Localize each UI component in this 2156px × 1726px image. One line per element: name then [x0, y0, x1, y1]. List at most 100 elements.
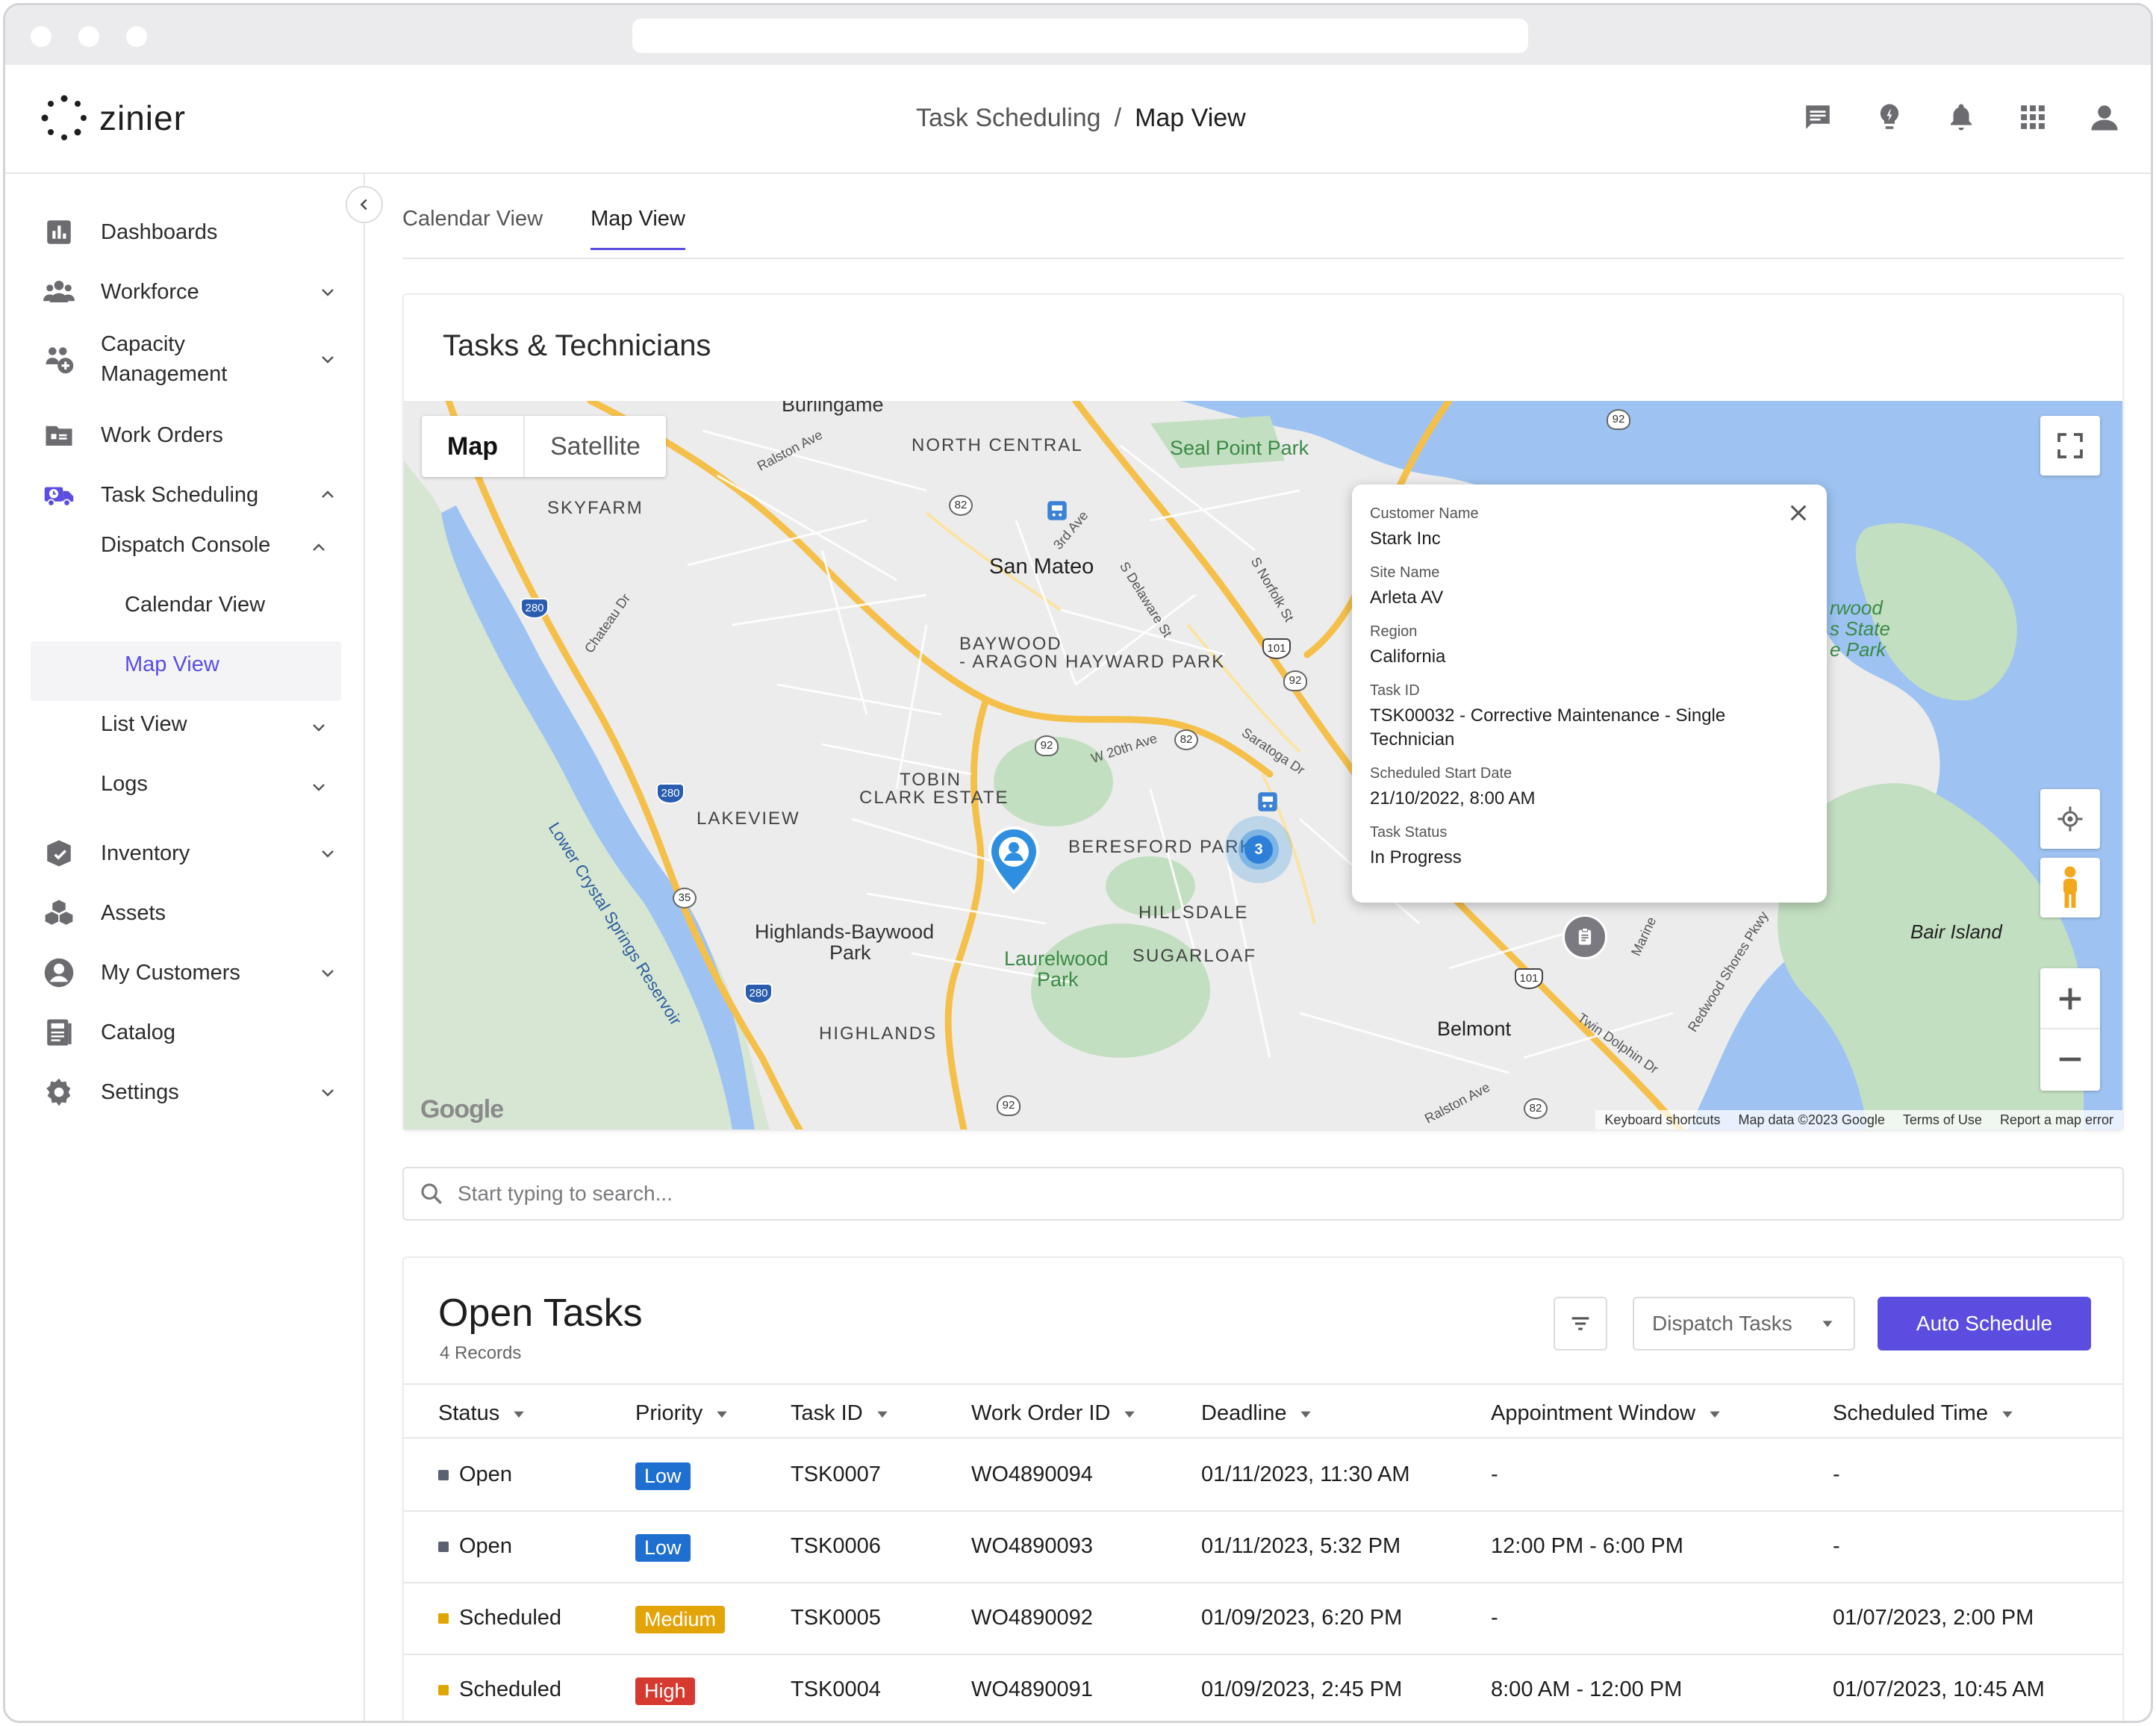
map-type-satellite-button[interactable]: Satellite: [525, 416, 666, 477]
priority-badge: Medium: [635, 1606, 726, 1633]
sidebar-item-dashboards[interactable]: Dashboards: [43, 216, 341, 249]
user-icon[interactable]: [2088, 101, 2121, 134]
chat-icon[interactable]: [1801, 101, 1834, 134]
sidebar-item-calendar-view[interactable]: Calendar View: [125, 593, 265, 617]
filter-icon: [1571, 1317, 1589, 1330]
sidebar-item-logs[interactable]: Logs: [101, 772, 325, 797]
popup-field-value: Stark Inc: [1370, 529, 1441, 549]
map[interactable]: Burlingame NORTH CENTRAL Seal Point Park…: [404, 401, 2122, 1130]
truck-clock-icon: [43, 479, 75, 511]
catalog-icon: [43, 1016, 75, 1049]
search-input[interactable]: [458, 1182, 2122, 1206]
apps-grid-icon[interactable]: [2016, 101, 2049, 134]
dispatch-tasks-select[interactable]: Dispatch Tasks: [1633, 1297, 1855, 1350]
window-maximize-dot[interactable]: [126, 26, 147, 47]
address-bar[interactable]: [632, 19, 1528, 53]
task-id[interactable]: TSK0004: [791, 1677, 881, 1702]
column-header[interactable]: Deadline: [1201, 1401, 1313, 1426]
lightbulb-icon[interactable]: [1873, 101, 1906, 134]
header-icons: [1801, 101, 2121, 134]
folder-icon: [43, 419, 75, 452]
breadcrumb-parent[interactable]: Task Scheduling: [916, 104, 1101, 133]
sidebar-item-capacity-management[interactable]: Capacity Management: [43, 329, 341, 389]
column-header[interactable]: Task ID: [791, 1401, 890, 1426]
fullscreen-button[interactable]: [2040, 416, 2100, 476]
work-order-id[interactable]: WO4890091: [971, 1677, 1093, 1702]
sidebar-item-catalog[interactable]: Catalog: [43, 1016, 341, 1049]
keyboard-shortcuts-link[interactable]: Keyboard shortcuts: [1595, 1110, 1729, 1130]
sidebar-item-label: Logs: [101, 772, 148, 796]
terms-of-use-link[interactable]: Terms of Use: [1894, 1110, 1991, 1130]
task-marker[interactable]: [1563, 915, 1607, 959]
column-header[interactable]: Status: [438, 1401, 526, 1426]
column-header-label: Status: [438, 1401, 500, 1425]
priority-badge: High: [635, 1677, 695, 1705]
appointment-window: 8:00 AM - 12:00 PM: [1491, 1677, 1683, 1701]
window-minimize-dot[interactable]: [78, 26, 99, 47]
bell-icon[interactable]: [1945, 101, 1978, 134]
google-logo[interactable]: Google: [420, 1095, 504, 1124]
map-canvas[interactable]: [404, 401, 2122, 1130]
sidebar-item-inventory[interactable]: Inventory: [43, 837, 341, 870]
map-label: HILLSDALE: [1138, 903, 1249, 923]
task-cluster-marker[interactable]: 3: [1225, 816, 1292, 883]
close-icon[interactable]: [1786, 501, 1810, 525]
task-id[interactable]: TSK0007: [791, 1462, 881, 1487]
column-header[interactable]: Appointment Window: [1491, 1401, 1722, 1426]
scheduled-time: 01/07/2023, 2:00 PM: [1833, 1606, 2034, 1630]
column-header[interactable]: Scheduled Time: [1833, 1401, 2015, 1426]
breadcrumb-separator: /: [1114, 104, 1122, 132]
map-label: Park: [829, 941, 871, 964]
pegman-icon: [2063, 866, 2077, 908]
auto-schedule-button[interactable]: Auto Schedule: [1878, 1297, 2091, 1350]
zoom-out-button[interactable]: [2040, 1029, 2100, 1089]
work-order-id[interactable]: WO4890093: [971, 1534, 1093, 1559]
table-row[interactable]: Scheduled High TSK0004 WO4890091 01/09/2023,…: [404, 1655, 2122, 1721]
task-id[interactable]: TSK0006: [791, 1534, 881, 1559]
sidebar-item-work-orders[interactable]: Work Orders: [43, 419, 341, 452]
tab-calendar-view[interactable]: Calendar View: [402, 207, 543, 250]
my-location-button[interactable]: [2040, 789, 2100, 849]
sidebar-item-my-customers[interactable]: My Customers: [43, 956, 341, 989]
scheduled-time: 01/07/2023, 10:45 AM: [1833, 1677, 2045, 1701]
zinier-logo[interactable]: zinier: [41, 95, 186, 141]
table-row[interactable]: Open Low TSK0007 WO4890094 01/11/2023, 11:30…: [404, 1440, 2122, 1512]
sidebar-item-assets[interactable]: Assets: [43, 897, 341, 929]
appointment-window: 12:00 PM - 6:00 PM: [1491, 1534, 1683, 1558]
table-row[interactable]: Scheduled Medium TSK0005 WO4890092 01/09/202…: [404, 1583, 2122, 1655]
table-row[interactable]: Open Low TSK0006 WO4890093 01/11/2023, 5:32 …: [404, 1512, 2122, 1583]
task-id[interactable]: TSK0005: [791, 1606, 881, 1630]
sidebar-item-map-view[interactable]: Map View: [125, 652, 219, 677]
records-count: 4 Records: [440, 1343, 522, 1363]
technician-location-pin-icon[interactable]: [988, 826, 1040, 894]
sidebar-item-dispatch-console[interactable]: Dispatch Console: [101, 533, 325, 558]
window-close-dot[interactable]: [31, 26, 52, 47]
sidebar-item-list-view[interactable]: List View: [101, 712, 325, 737]
map-label: Seal Point Park: [1170, 437, 1309, 459]
sidebar-item-workforce[interactable]: Workforce: [43, 275, 341, 308]
status-text: Open: [459, 1462, 512, 1486]
sidebar-item-task-scheduling[interactable]: Task Scheduling: [43, 479, 341, 511]
sidebar-item-label: Work Orders: [101, 423, 223, 447]
popup-field-label: Task ID: [1370, 682, 1420, 699]
street-view-button[interactable]: [2040, 858, 2100, 917]
sidebar-item-label: My Customers: [101, 961, 240, 985]
map-type-map-button[interactable]: Map: [422, 416, 525, 477]
capacity-icon: [43, 343, 75, 376]
column-header-label: Scheduled Time: [1833, 1401, 1988, 1425]
work-order-id[interactable]: WO4890092: [971, 1606, 1093, 1630]
column-header-label: Work Order ID: [971, 1401, 1111, 1425]
sidebar-item-settings[interactable]: Settings: [43, 1076, 341, 1109]
tab-map-view[interactable]: Map View: [591, 207, 685, 250]
column-header[interactable]: Work Order ID: [971, 1401, 1137, 1426]
sort-caret-icon: [1124, 1411, 1135, 1418]
column-header[interactable]: Priority: [635, 1401, 729, 1426]
browser-chrome: [5, 5, 2151, 65]
report-map-error-link[interactable]: Report a map error: [1991, 1110, 2122, 1130]
work-order-id[interactable]: WO4890094: [971, 1462, 1093, 1487]
sidebar-collapse-button[interactable]: [346, 186, 383, 223]
zoom-in-button[interactable]: [2040, 970, 2100, 1029]
filter-button[interactable]: [1554, 1297, 1607, 1350]
map-label: HAYWARD PARK: [1065, 652, 1226, 672]
map-label: Burlingame: [782, 401, 884, 416]
